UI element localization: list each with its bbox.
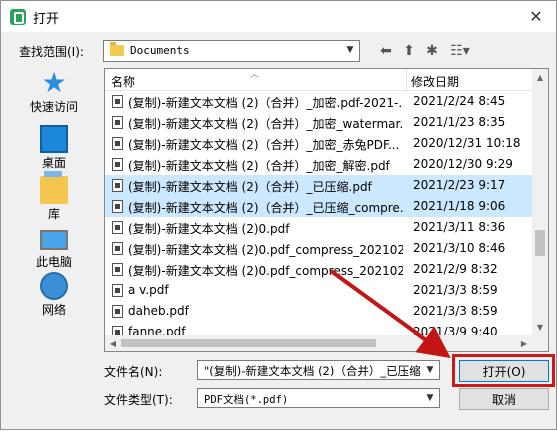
- filename-field[interactable]: "(复制)-新建文本文档 (2)（合并）_已压缩 ▼: [197, 360, 440, 380]
- look-in-value: Documents: [130, 44, 190, 57]
- place-label: 此电脑: [35, 255, 72, 269]
- file-row[interactable]: (复制)-新建文本文档 (2)（合并）_加密_赤兔PDF... 2020/12/3…: [105, 133, 533, 154]
- file-row[interactable]: (复制)-新建文本文档 (2)（合并）_已压缩.pdf 2021/2/23 9:1…: [105, 175, 533, 196]
- network-icon: [40, 272, 68, 300]
- file-date: 2020/12/31 10:18: [413, 136, 521, 150]
- file-name: (复制)-新建文本文档 (2)（合并）_加密_赤兔PDF...: [128, 138, 400, 152]
- up-folder-icon[interactable]: ⬆: [399, 41, 419, 61]
- star-icon: ★: [41, 66, 67, 99]
- scroll-up-icon[interactable]: ▲: [532, 69, 548, 85]
- folder-icon: [110, 42, 124, 56]
- horizontal-scrollbar[interactable]: ◀ ▶: [105, 335, 548, 351]
- file-list[interactable]: ︿ 名称 修改日期 (复制)-新建文本文档 (2)（合并）_加密.pdf-202…: [104, 68, 549, 352]
- pdf-file-icon: [112, 95, 123, 108]
- pdf-file-icon: [112, 263, 123, 276]
- file-row[interactable]: (复制)-新建文本文档 (2)（合并）_加密.pdf-2021-... 2021/…: [105, 91, 533, 112]
- app-logo-icon: [10, 9, 26, 25]
- vertical-scrollbar[interactable]: ▲ ▼: [532, 69, 548, 335]
- pdf-file-icon: [112, 221, 123, 234]
- file-date: 2021/2/23 9:17: [413, 178, 506, 192]
- file-row[interactable]: a v.pdf 2021/3/3 8:59: [105, 280, 533, 301]
- sort-up-icon: ︿: [250, 70, 260, 80]
- file-name: daheb.pdf: [128, 304, 189, 318]
- pdf-file-icon: [112, 242, 123, 255]
- chevron-down-icon[interactable]: ▼: [423, 363, 437, 377]
- file-date: 2021/2/24 8:45: [413, 94, 506, 108]
- view-menu-icon[interactable]: ☷▾: [446, 41, 474, 61]
- scroll-left-icon[interactable]: ◀: [105, 335, 121, 351]
- file-date: 2021/3/3 8:59: [413, 304, 498, 318]
- desktop-icon: [40, 125, 68, 153]
- place-label: 桌面: [41, 156, 66, 170]
- file-name: (复制)-新建文本文档 (2)（合并）_加密_解密.pdf: [128, 159, 390, 173]
- file-name: (复制)-新建文本文档 (2)0.pdf_compress_202102...: [128, 243, 403, 257]
- pdf-file-icon: [112, 305, 123, 318]
- column-header-date[interactable]: 修改日期: [411, 73, 459, 90]
- file-row[interactable]: (复制)-新建文本文档 (2)（合并）_加密_watermar... 2021/1…: [105, 112, 533, 133]
- pdf-file-icon: [112, 179, 123, 192]
- column-divider[interactable]: [406, 69, 407, 91]
- pdf-file-icon: [112, 158, 123, 171]
- filename-label: 文件名(N):: [104, 365, 163, 379]
- file-row[interactable]: (复制)-新建文本文档 (2)0.pdf_compress_202102... 2…: [105, 238, 533, 259]
- close-button[interactable]: ✕: [516, 1, 556, 32]
- dialog-title: 打开: [33, 12, 60, 27]
- place-quick-access[interactable]: ★ 快速访问: [10, 67, 98, 127]
- file-name: (复制)-新建文本文档 (2)（合并）_已压缩_compre...: [128, 201, 403, 215]
- place-label: 库: [47, 207, 60, 221]
- file-row[interactable]: (复制)-新建文本文档 (2)0.pdf_compress_202102... 2…: [105, 259, 533, 280]
- filetype-dropdown[interactable]: PDF文档(*.pdf) ▼: [197, 388, 440, 408]
- place-label: 网络: [41, 303, 66, 317]
- filename-value: "(复制)-新建文本文档 (2)（合并）_已压缩: [204, 364, 421, 378]
- file-date: 2021/2/9 8:32: [413, 262, 498, 276]
- title-bar: 打开 ✕: [1, 1, 556, 32]
- column-header-name[interactable]: 名称: [111, 73, 135, 90]
- file-name: (复制)-新建文本文档 (2)0.pdf: [128, 222, 290, 236]
- file-name: (复制)-新建文本文档 (2)（合并）_加密_watermar...: [128, 117, 403, 131]
- scroll-down-icon[interactable]: ▼: [532, 319, 548, 335]
- chevron-down-icon[interactable]: ▼: [343, 43, 357, 57]
- file-row[interactable]: (复制)-新建文本文档 (2)（合并）_已压缩_compre... 2021/1/…: [105, 196, 533, 217]
- scroll-thumb[interactable]: [535, 230, 545, 256]
- look-in-dropdown[interactable]: Documents ▼: [103, 40, 360, 62]
- filetype-label: 文件类型(T):: [104, 393, 173, 407]
- library-icon: [40, 171, 68, 204]
- cancel-button[interactable]: 取消: [459, 388, 549, 410]
- file-name: (复制)-新建文本文档 (2)（合并）_已压缩.pdf: [128, 180, 372, 194]
- scroll-right-icon[interactable]: ▶: [516, 335, 532, 351]
- file-date: 2020/12/30 9:29: [413, 157, 513, 171]
- file-list-header: ︿ 名称 修改日期: [105, 69, 533, 91]
- file-date: 2021/3/3 8:59: [413, 283, 498, 297]
- file-name: (复制)-新建文本文档 (2)0.pdf_compress_202102...: [128, 264, 403, 278]
- computer-icon: [40, 230, 68, 250]
- pdf-file-icon: [112, 200, 123, 213]
- file-name: (复制)-新建文本文档 (2)（合并）_加密.pdf-2021-...: [128, 96, 403, 110]
- pdf-file-icon: [112, 137, 123, 150]
- look-in-label: 查找范围(I):: [19, 45, 84, 59]
- chevron-down-icon[interactable]: ▼: [423, 391, 437, 405]
- file-row[interactable]: daheb.pdf 2021/3/3 8:59: [105, 301, 533, 322]
- highlight-box: [452, 354, 555, 387]
- file-name: a v.pdf: [128, 283, 169, 297]
- file-row[interactable]: (复制)-新建文本文档 (2)（合并）_加密_解密.pdf 2020/12/30 …: [105, 154, 533, 175]
- file-date: 2021/3/10 8:46: [413, 241, 506, 255]
- back-icon[interactable]: ⬅: [376, 41, 396, 61]
- scroll-thumb[interactable]: [121, 339, 376, 347]
- places-bar: ★ 快速访问 桌面 库 此电脑 网络: [10, 67, 98, 353]
- file-row[interactable]: (复制)-新建文本文档 (2)0.pdf 2021/3/11 8:36: [105, 217, 533, 238]
- filetype-value: PDF文档(*.pdf): [204, 394, 289, 406]
- open-file-dialog: 打开 ✕ 查找范围(I): Documents ▼ ⬅ ⬆ ✱ ☷▾ ★ 快速访…: [0, 0, 557, 430]
- file-date: 2021/1/18 9:06: [413, 199, 506, 213]
- new-folder-icon[interactable]: ✱: [422, 41, 442, 61]
- place-network[interactable]: 网络: [10, 270, 98, 330]
- pdf-file-icon: [112, 116, 123, 129]
- place-label: 快速访问: [29, 100, 78, 114]
- file-date: 2021/3/11 8:36: [413, 220, 506, 234]
- file-date: 2021/1/23 8:35: [413, 115, 506, 129]
- pdf-file-icon: [112, 284, 123, 297]
